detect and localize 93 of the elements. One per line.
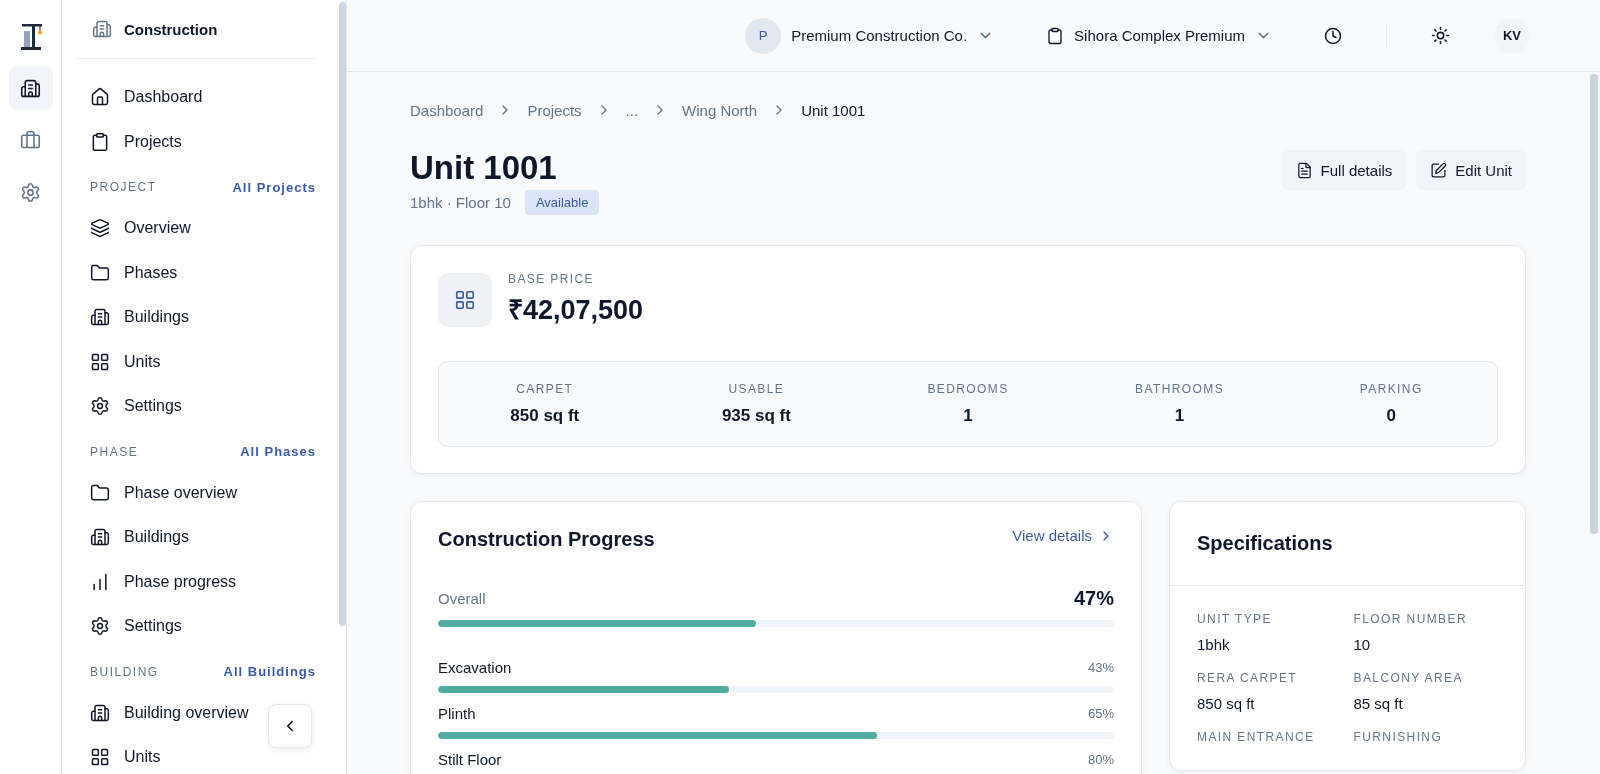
price-value: ₹42,07,500: [508, 294, 644, 327]
building-icon: [20, 77, 41, 99]
user-avatar[interactable]: KV: [1494, 17, 1530, 54]
sidebar-item[interactable]: Settings: [76, 604, 316, 649]
briefcase-icon: [20, 129, 41, 151]
breadcrumb-link[interactable]: Projects: [527, 101, 582, 119]
stat-value: 1: [963, 406, 973, 426]
section-label: PROJECT: [90, 180, 157, 194]
settings-icon: [90, 396, 110, 417]
sidebar-item[interactable]: Dashboard: [76, 75, 316, 120]
sidebar-item[interactable]: Units: [76, 735, 316, 774]
scrollbar-thumb[interactable]: [338, 2, 346, 626]
stat-label: BATHROOMS: [1135, 382, 1225, 396]
sun-icon: [1431, 26, 1450, 45]
sidebar-item[interactable]: Phase overview: [76, 470, 316, 515]
breadcrumb-link[interactable]: Unit 1001: [801, 101, 866, 119]
stat-label: CARPET: [516, 382, 574, 396]
breadcrumb-link[interactable]: Wing North: [682, 101, 758, 119]
sidebar-item[interactable]: Settings: [76, 384, 316, 429]
stage-value: 80%: [1087, 752, 1114, 767]
stage-label: Stilt Floor: [438, 751, 502, 768]
spec-value: 85 sq ft: [1353, 695, 1404, 712]
spec-label: MAIN ENTRANCE: [1197, 730, 1316, 744]
folder-icon: [90, 482, 110, 503]
sidebar-item[interactable]: Projects: [76, 119, 316, 164]
spec-value: 850 sq ft: [1197, 695, 1256, 712]
breadcrumb-link[interactable]: ...: [625, 101, 639, 119]
building-icon: [90, 702, 110, 723]
sidebar-item[interactable]: Phase progress: [76, 559, 316, 604]
spec-label: RERA CARPET: [1197, 671, 1299, 685]
settings-icon: [90, 616, 110, 637]
sidebar-item[interactable]: Units: [76, 339, 316, 384]
sidebar-item[interactable]: Building overview: [76, 690, 316, 735]
progress-value: 47%: [1073, 587, 1114, 610]
breadcrumb-link[interactable]: Dashboard: [410, 101, 484, 119]
section-label: BUILDING: [90, 664, 159, 679]
card-title: Construction Progress: [438, 528, 655, 551]
stage-value: 43%: [1087, 660, 1114, 675]
clipboard-icon: [1046, 26, 1065, 45]
stat-value: 850 sq ft: [510, 406, 580, 426]
building-icon: [92, 19, 112, 39]
spec-label: FLOOR NUMBER: [1353, 612, 1468, 626]
company-avatar: P: [745, 17, 782, 54]
spec-label: UNIT TYPE: [1197, 612, 1273, 626]
section-link[interactable]: All Buildings: [223, 664, 316, 679]
rail-button[interactable]: [8, 66, 53, 110]
settings-icon: [20, 181, 41, 203]
home-icon: [90, 87, 110, 108]
stat-label: BEDROOMS: [927, 382, 1009, 396]
sidebar-item[interactable]: Buildings: [76, 295, 316, 340]
progress-label: Overall: [438, 590, 486, 607]
clipboard-icon: [90, 131, 110, 152]
project-selector[interactable]: Sihora Complex Premium: [1038, 26, 1280, 45]
bar-chart-icon: [90, 571, 110, 592]
status-badge: Available: [524, 190, 600, 215]
spec-label: FURNISHING: [1353, 730, 1444, 744]
layers-icon: [90, 218, 110, 239]
stage-value: 65%: [1087, 706, 1114, 721]
company-selector[interactable]: P Premium Construction Co.: [737, 17, 1003, 54]
stage-label: Plinth: [438, 705, 476, 722]
stat-value: 935 sq ft: [721, 406, 791, 426]
building-icon: [90, 527, 110, 548]
stat-label: PARKING: [1359, 382, 1423, 396]
grid-icon: [454, 288, 476, 311]
section-label: PHASE: [90, 444, 139, 459]
scrollbar-thumb[interactable]: [1590, 74, 1598, 534]
view-details-link[interactable]: View details: [1012, 527, 1114, 544]
building-icon: [90, 307, 110, 328]
sidebar-item[interactable]: Buildings: [76, 515, 316, 560]
edit-icon: [1430, 161, 1448, 179]
stat-label: USABLE: [728, 382, 785, 396]
card-title: Specifications: [1197, 532, 1333, 555]
clock-icon: [1324, 26, 1342, 45]
sidebar-item[interactable]: Phases: [76, 250, 316, 295]
price-label: BASE PRICE: [508, 272, 596, 286]
sidebar-item[interactable]: Overview: [76, 206, 316, 251]
action-button[interactable]: Edit Unit: [1416, 150, 1526, 190]
stat-value: 1: [1174, 406, 1185, 426]
unit-title: Unit 1001: [410, 148, 558, 188]
unit-subtitle: 1bhk · Floor 10: [410, 194, 511, 211]
section-link[interactable]: All Phases: [240, 444, 316, 459]
spec-value: 1bhk: [1197, 636, 1231, 653]
folder-icon: [90, 262, 110, 283]
sidebar-title: Construction: [124, 20, 218, 38]
action-button[interactable]: Full details: [1281, 150, 1407, 190]
stage-label: Excavation: [438, 659, 512, 676]
grid-icon: [90, 351, 110, 372]
spec-label: BALCONY AREA: [1353, 671, 1464, 685]
document-icon: [1295, 161, 1313, 179]
section-link[interactable]: All Projects: [232, 179, 316, 195]
stat-value: 0: [1386, 406, 1396, 426]
grid-icon: [90, 747, 110, 768]
spec-value: 10: [1353, 636, 1372, 653]
